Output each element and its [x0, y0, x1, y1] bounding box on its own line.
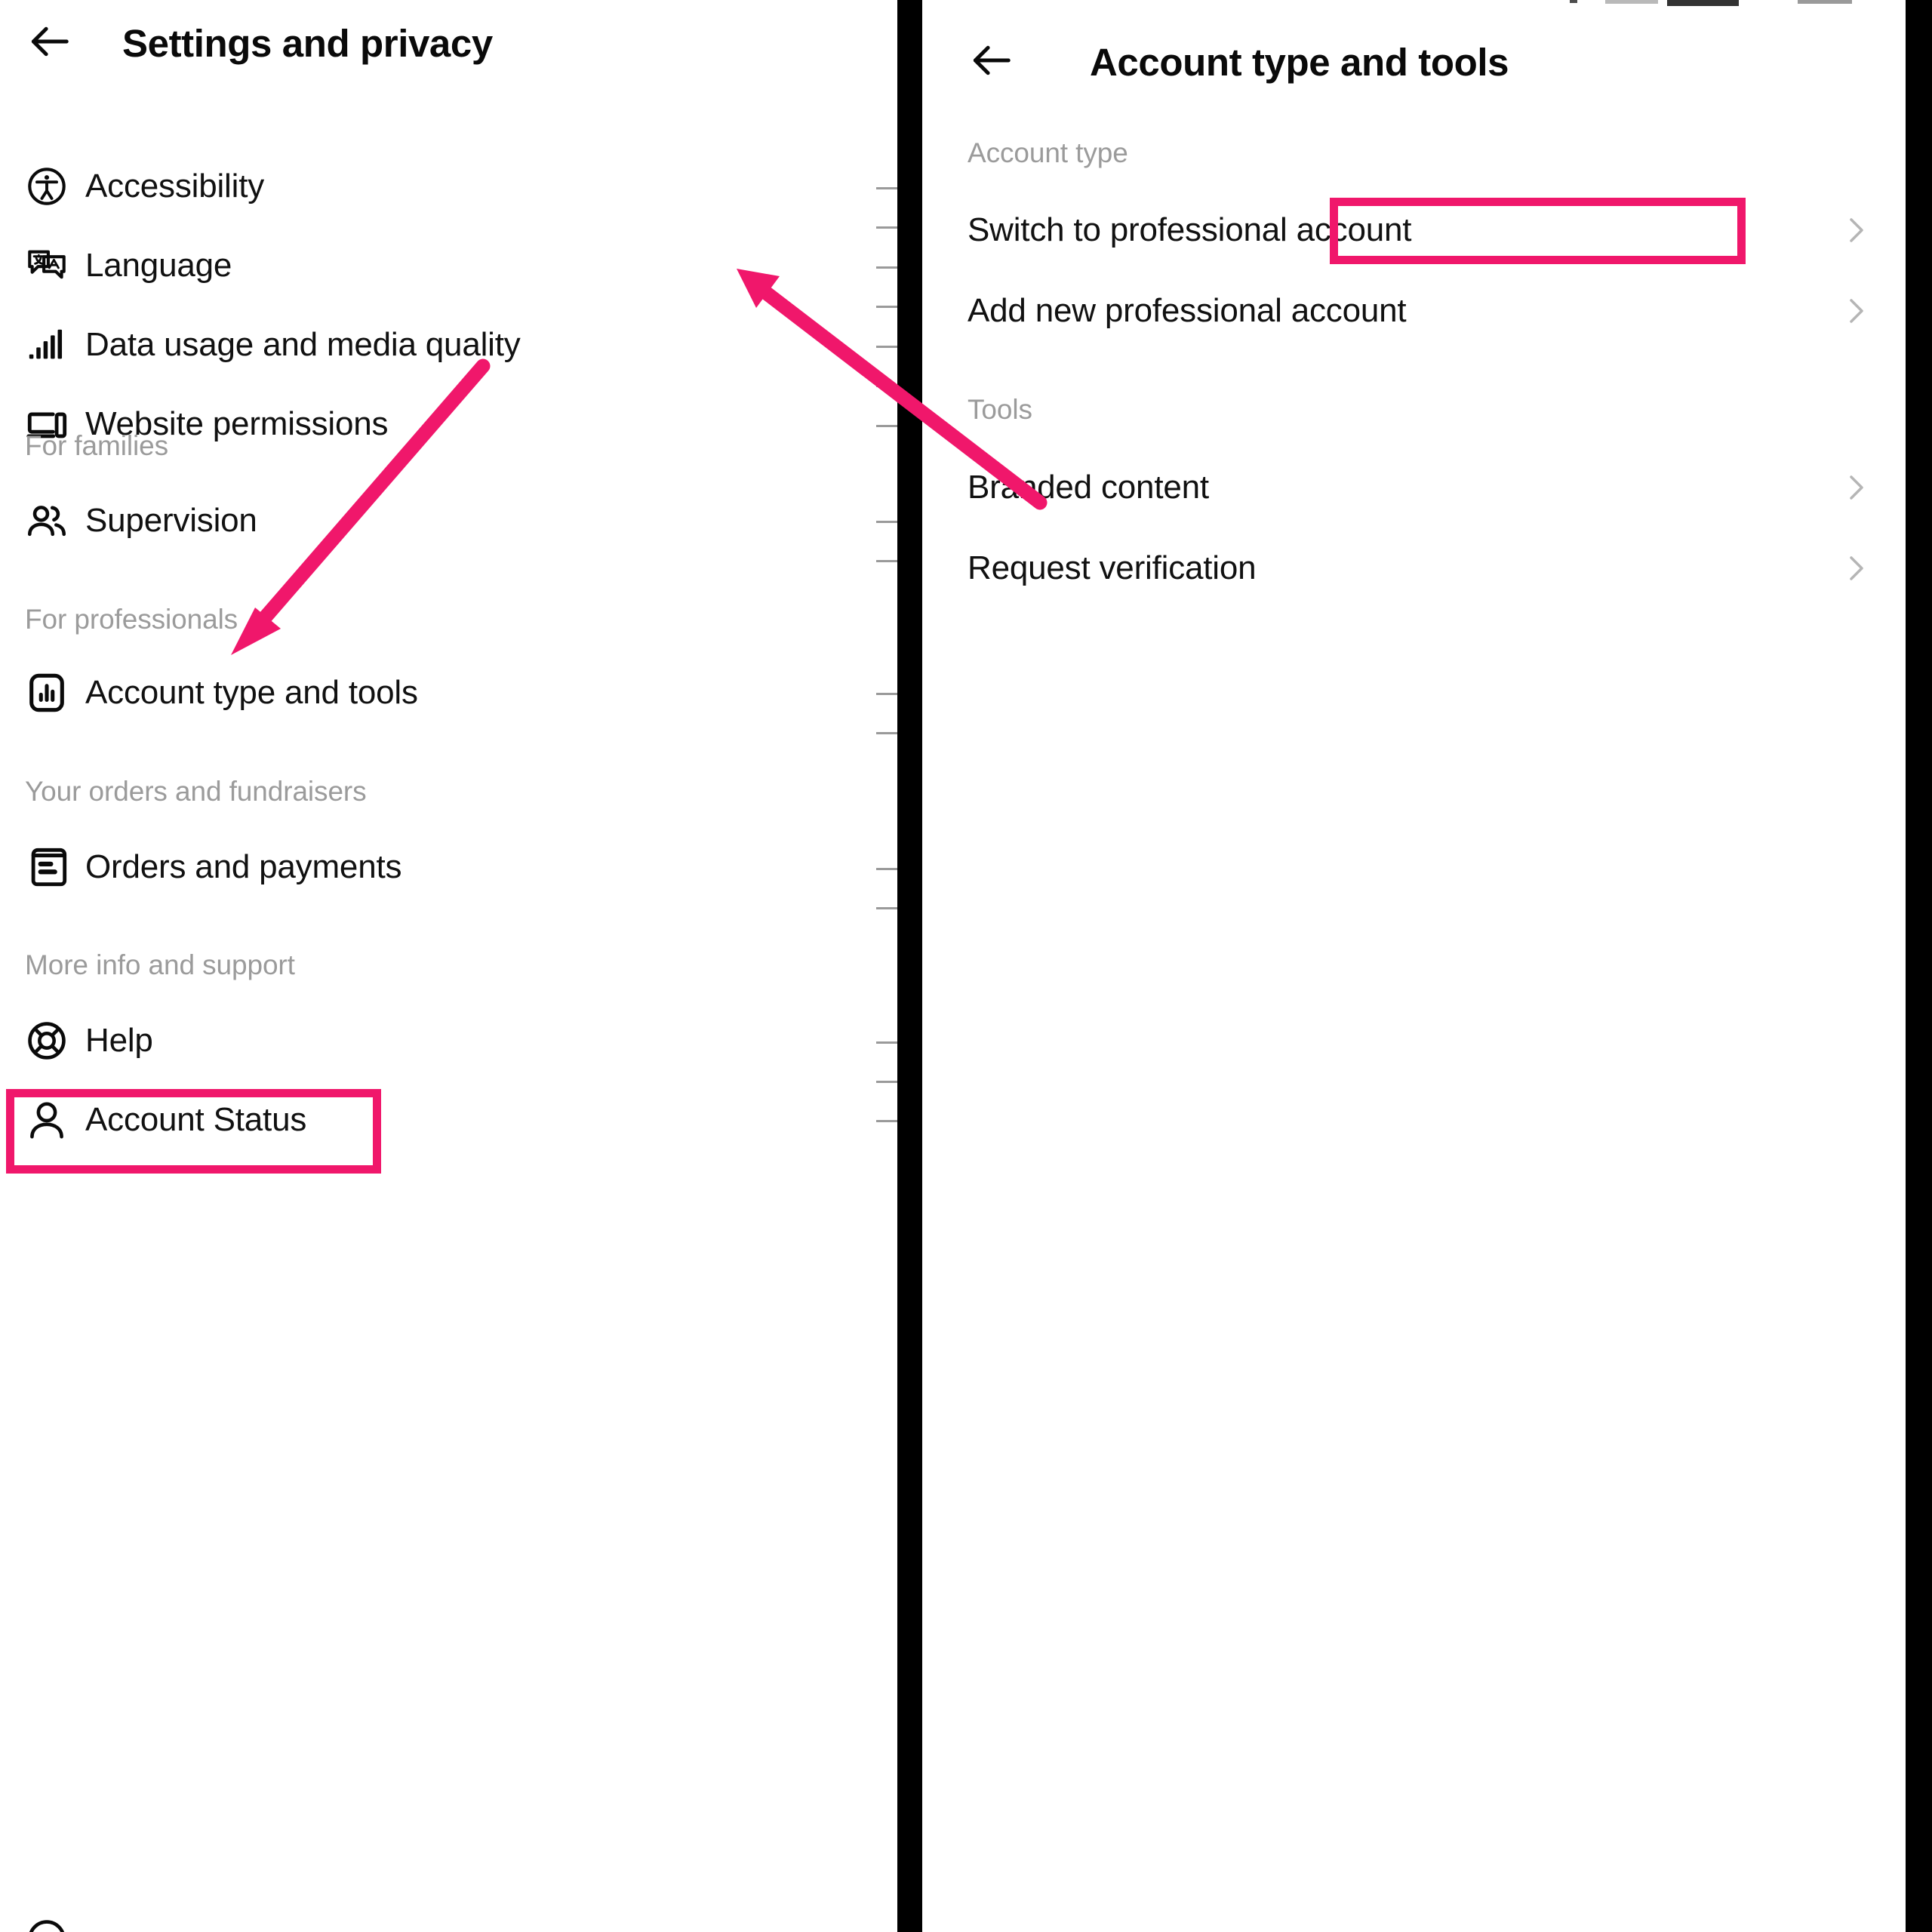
section-heading-your-orders-and-fundraisers: Your orders and fundraisers: [25, 776, 367, 807]
list-item-request-verification[interactable]: Request verification: [922, 529, 1906, 608]
sidebar-item-orders-and-payments[interactable]: Orders and payments: [0, 828, 897, 906]
page-title: Account type and tools: [1090, 40, 1509, 84]
bar-chart-box-icon: [25, 671, 69, 715]
settings-and-privacy-panel: Settings and privacy Accessibility Langu…: [0, 0, 897, 1932]
sidebar-item-label: Account Status: [85, 1101, 307, 1138]
list-item-label: Switch to professional account: [968, 211, 1412, 248]
sidebar-item-label: Language: [85, 247, 232, 284]
list-item-label: Request verification: [968, 549, 1257, 586]
person-icon: [25, 1098, 69, 1142]
sidebar-item-help[interactable]: Help: [0, 1001, 897, 1080]
right-edge-band: [1906, 0, 1932, 1932]
sidebar-item-label: Orders and payments: [85, 848, 402, 885]
chevron-right-icon: [1844, 290, 1869, 332]
sidebar-item-label: Data usage and media quality: [85, 326, 521, 363]
sidebar-item-language[interactable]: Language: [0, 226, 897, 305]
account-type-and-tools-panel: Account type and tools Account type Swit…: [922, 0, 1906, 1932]
sidebar-item-account-status[interactable]: Account Status: [0, 1081, 897, 1159]
page-title: Settings and privacy: [122, 21, 493, 65]
two-people-icon: [25, 499, 69, 543]
section-heading-account-type: Account type: [968, 137, 1128, 168]
section-heading-for-professionals: For professionals: [25, 604, 238, 635]
sidebar-item-label: Supervision: [85, 502, 257, 539]
receipt-icon: [25, 845, 69, 889]
sidebar-item-label: Account type and tools: [85, 674, 418, 711]
right-panel-header: Account type and tools: [968, 32, 1858, 92]
signal-bars-icon: [25, 323, 69, 367]
sidebar-item-account-type-and-tools[interactable]: Account type and tools: [0, 654, 897, 732]
sidebar-item-supervision[interactable]: Supervision: [0, 481, 897, 560]
list-item-switch-to-professional-account[interactable]: Switch to professional account: [922, 191, 1906, 269]
section-heading-more-info-and-support: More info and support: [25, 949, 295, 980]
panel-divider: [897, 0, 922, 1932]
chevron-right-icon: [1844, 466, 1869, 509]
list-item-branded-content[interactable]: Branded content: [922, 448, 1906, 527]
screenshot-stage: Settings and privacy Accessibility Langu…: [0, 0, 1932, 1932]
list-item-add-new-professional-account[interactable]: Add new professional account: [922, 272, 1906, 350]
section-heading-tools: Tools: [968, 394, 1032, 425]
lifebuoy-icon: [25, 1019, 69, 1063]
chevron-right-icon: [1844, 547, 1869, 589]
sidebar-item-data-usage-and-media-quality[interactable]: Data usage and media quality: [0, 306, 897, 384]
left-panel-header: Settings and privacy: [26, 14, 818, 72]
language-icon: [25, 244, 69, 288]
list-item-label: Branded content: [968, 469, 1209, 506]
status-bar-partial: [922, 0, 1906, 8]
back-arrow-icon[interactable]: [968, 37, 1014, 88]
accessibility-icon: [25, 165, 69, 208]
sidebar-item-accessibility[interactable]: Accessibility: [0, 147, 897, 226]
list-item-label: Add new professional account: [968, 292, 1407, 329]
partial-icon-bottom: [25, 1917, 69, 1932]
sidebar-item-label: Accessibility: [85, 168, 265, 205]
back-arrow-icon[interactable]: [26, 18, 72, 69]
sidebar-item-label: Help: [85, 1022, 153, 1059]
chevron-right-icon: [1844, 209, 1869, 251]
section-heading-for-families: For families: [25, 430, 168, 461]
